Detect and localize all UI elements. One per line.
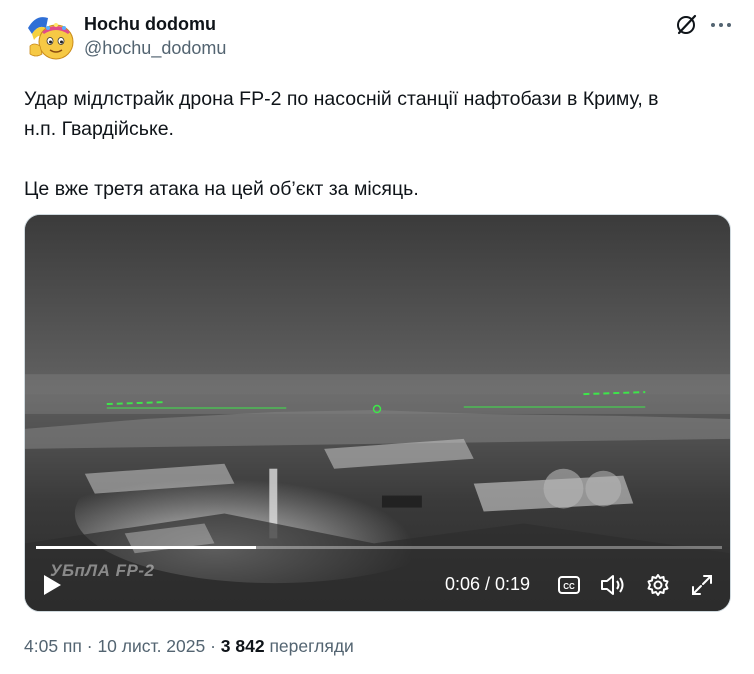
tweet-meta: 4:05 пп · 10 лист. 2025 · 3 842 перегляд… [24, 634, 354, 658]
fullscreen-icon[interactable] [689, 572, 715, 598]
video-time: 0:06 / 0:19 [445, 574, 531, 594]
views-label: перегляди [264, 636, 354, 656]
meta-separator: · [205, 636, 221, 656]
views-count: 3 842 [220, 636, 265, 656]
video-progress-bar[interactable] [36, 546, 722, 549]
play-icon[interactable] [41, 573, 63, 597]
more-icon[interactable] [708, 12, 734, 38]
video-progress-fill [36, 546, 256, 549]
tweet-card: Hochu dodomu @hochu_dodomu Удар мідлстра… [0, 0, 754, 674]
avatar[interactable] [24, 12, 76, 64]
meta-separator: · [81, 636, 98, 656]
author-handle[interactable]: @hochu_dodomu [84, 37, 226, 59]
svg-text:CC: CC [563, 582, 575, 591]
volume-icon[interactable] [599, 572, 627, 598]
video-frame [25, 215, 730, 611]
video-player[interactable]: УБпЛА FP-2 0:06 / 0:19 CC [24, 214, 731, 612]
grok-icon[interactable] [674, 12, 700, 38]
tweet-text: Удар мідлстрайк дрона FP-2 по насосній с… [24, 88, 659, 200]
tweet-time[interactable]: 4:05 пп [24, 636, 82, 656]
captions-icon[interactable]: CC [557, 573, 581, 597]
author-name[interactable]: Hochu dodomu [84, 13, 216, 35]
video-watermark: УБпЛА FP-2 [50, 561, 155, 580]
settings-icon[interactable] [645, 572, 671, 598]
tweet-date[interactable]: 10 лист. 2025 [97, 636, 205, 656]
